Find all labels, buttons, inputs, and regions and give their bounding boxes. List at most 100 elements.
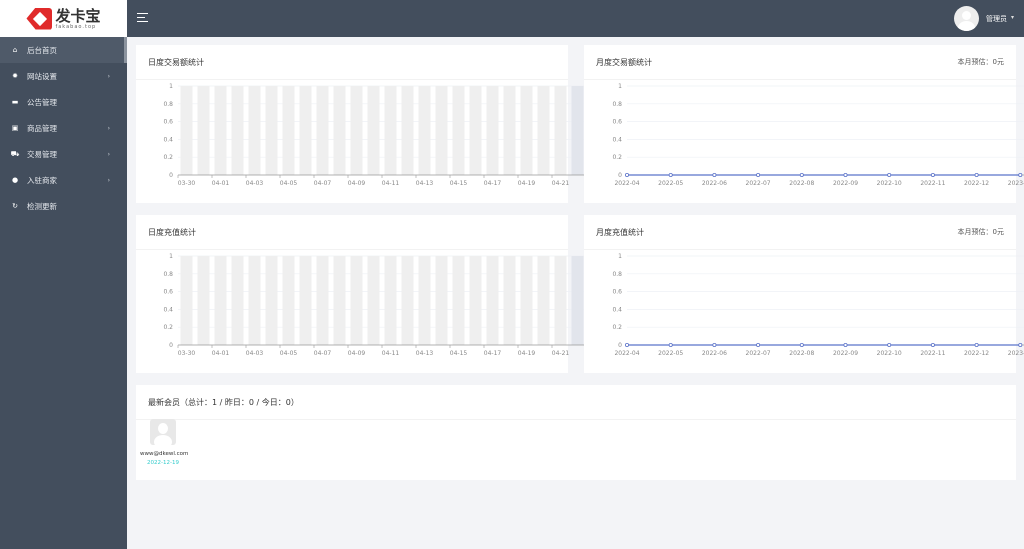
y-tick-label: 0.6 (163, 119, 173, 126)
bar-background (333, 86, 346, 175)
sidebar-item[interactable]: ▬ 公告管理 (0, 89, 127, 115)
bar-background (571, 256, 584, 345)
data-point (756, 172, 761, 177)
data-point (930, 172, 935, 177)
caret-down-icon[interactable]: ▾ (1011, 14, 1014, 21)
data-point (1018, 172, 1023, 177)
y-tick-label: 0.4 (612, 306, 622, 313)
x-tick-label: 2022-10 (877, 350, 902, 357)
card-title: 最新会员（总计：1 / 昨日：0 / 今日：0） (148, 397, 299, 407)
member-item[interactable]: www@dkewl.com 2022-12-19 (140, 419, 189, 466)
data-point (799, 342, 804, 347)
bar-background (418, 256, 431, 345)
x-tick-label: 04-19 (518, 180, 536, 187)
x-tick-label: 04-21 (552, 180, 570, 187)
bar-background (384, 256, 397, 345)
x-tick-label: 04-11 (382, 180, 400, 187)
sidebar-item-label: 商品管理 (27, 123, 57, 133)
x-tick-label: 2022-10 (877, 180, 902, 187)
user-menu[interactable]: 管理员 (986, 14, 1007, 24)
bar-background (350, 256, 363, 345)
data-point (930, 342, 935, 347)
y-tick-label: 0 (618, 342, 622, 349)
data-point (974, 172, 979, 177)
bar-background (554, 256, 567, 345)
sidebar-item[interactable]: ↻ 检测更新 (0, 193, 127, 219)
x-tick-label: 04-01 (212, 350, 230, 357)
y-tick-label: 0.4 (612, 136, 622, 143)
y-tick-label: 0 (169, 172, 173, 179)
data-point (712, 342, 717, 347)
data-point (625, 342, 630, 347)
bar-background (180, 256, 193, 345)
x-tick-label: 2022-08 (789, 180, 814, 187)
daily-trade-card: 日度交易额统计 0 0.2 0.4 0.6 0.8 1 03-30 04-01 04-03 04-… (136, 45, 586, 203)
sidebar-item[interactable]: ▣ 商品管理 › (0, 115, 127, 141)
x-tick-label: 04-09 (348, 180, 366, 187)
data-point (1018, 342, 1023, 347)
x-tick-label: 2022-06 (702, 350, 727, 357)
sidebar-item[interactable]: ⌂ 后台首页 (0, 37, 127, 63)
member-email: www@dkewl.com (140, 451, 189, 457)
logo[interactable]: 发卡宝 fakabao.top (0, 0, 127, 37)
x-tick-label: 2023-01 (1008, 180, 1024, 187)
x-tick-label: 04-19 (518, 350, 536, 357)
bar-background (418, 86, 431, 175)
bar-background (214, 256, 227, 345)
cart-icon: ⛟ (10, 149, 20, 158)
data-point (843, 342, 848, 347)
x-tick-label: 04-13 (416, 180, 434, 187)
bar-background (231, 256, 244, 345)
data-point (668, 172, 673, 177)
data-point (887, 172, 892, 177)
data-point (799, 172, 804, 177)
y-tick-label: 0.6 (612, 119, 622, 126)
y-tick-label: 0.6 (163, 289, 173, 296)
x-tick-label: 2022-09 (833, 180, 858, 187)
y-tick-label: 1 (169, 83, 173, 90)
x-tick-label: 04-03 (246, 350, 264, 357)
daily-recharge-chart: 0 0.2 0.4 0.6 0.8 1 03-30 04-01 04-03 04-05 04-07 0… (163, 253, 586, 357)
x-tick-label: 04-21 (552, 350, 570, 357)
logo-icon (26, 7, 53, 30)
x-tick-label: 04-15 (450, 180, 468, 187)
bar-background (316, 86, 329, 175)
menu-toggle-icon[interactable] (137, 13, 148, 22)
sidebar-item-label: 公告管理 (27, 97, 57, 107)
data-point (843, 172, 848, 177)
bar-background (554, 86, 567, 175)
chevron-right-icon: › (107, 124, 110, 132)
user-avatar[interactable] (954, 6, 979, 31)
bar-background (486, 256, 499, 345)
x-tick-label: 2022-05 (658, 350, 683, 357)
bar-background (265, 86, 278, 175)
bar-background (282, 86, 295, 175)
y-tick-label: 0.2 (163, 154, 173, 161)
x-tick-label: 04-17 (484, 180, 502, 187)
y-tick-label: 0.8 (612, 271, 622, 278)
bar-background (333, 256, 346, 345)
home-icon: ⌂ (12, 46, 18, 54)
x-tick-label: 04-05 (280, 350, 298, 357)
sidebar-item[interactable]: ✹ 网站设置 › (0, 63, 127, 89)
bar-background (180, 86, 193, 175)
sidebar-item[interactable]: ● 入驻商家 › (0, 167, 127, 193)
x-tick-label: 04-17 (484, 350, 502, 357)
x-tick-label: 2022-05 (658, 180, 683, 187)
refresh-icon: ↻ (12, 202, 18, 210)
bar-background (248, 256, 261, 345)
y-tick-label: 0.2 (163, 324, 173, 331)
data-point (712, 172, 717, 177)
bar-background (350, 86, 363, 175)
x-tick-label: 04-07 (314, 180, 332, 187)
x-tick-label: 2022-06 (702, 180, 727, 187)
y-tick-label: 1 (618, 83, 622, 90)
x-tick-label: 04-05 (280, 180, 298, 187)
y-tick-label: 0.2 (612, 154, 622, 161)
y-tick-label: 0.8 (163, 101, 173, 108)
sidebar-item[interactable]: ⛟ 交易管理 › (0, 141, 127, 167)
x-tick-label: 04-15 (450, 350, 468, 357)
bar-background (282, 256, 295, 345)
x-tick-label: 04-01 (212, 180, 230, 187)
sidebar-scrollbar[interactable] (124, 37, 127, 63)
